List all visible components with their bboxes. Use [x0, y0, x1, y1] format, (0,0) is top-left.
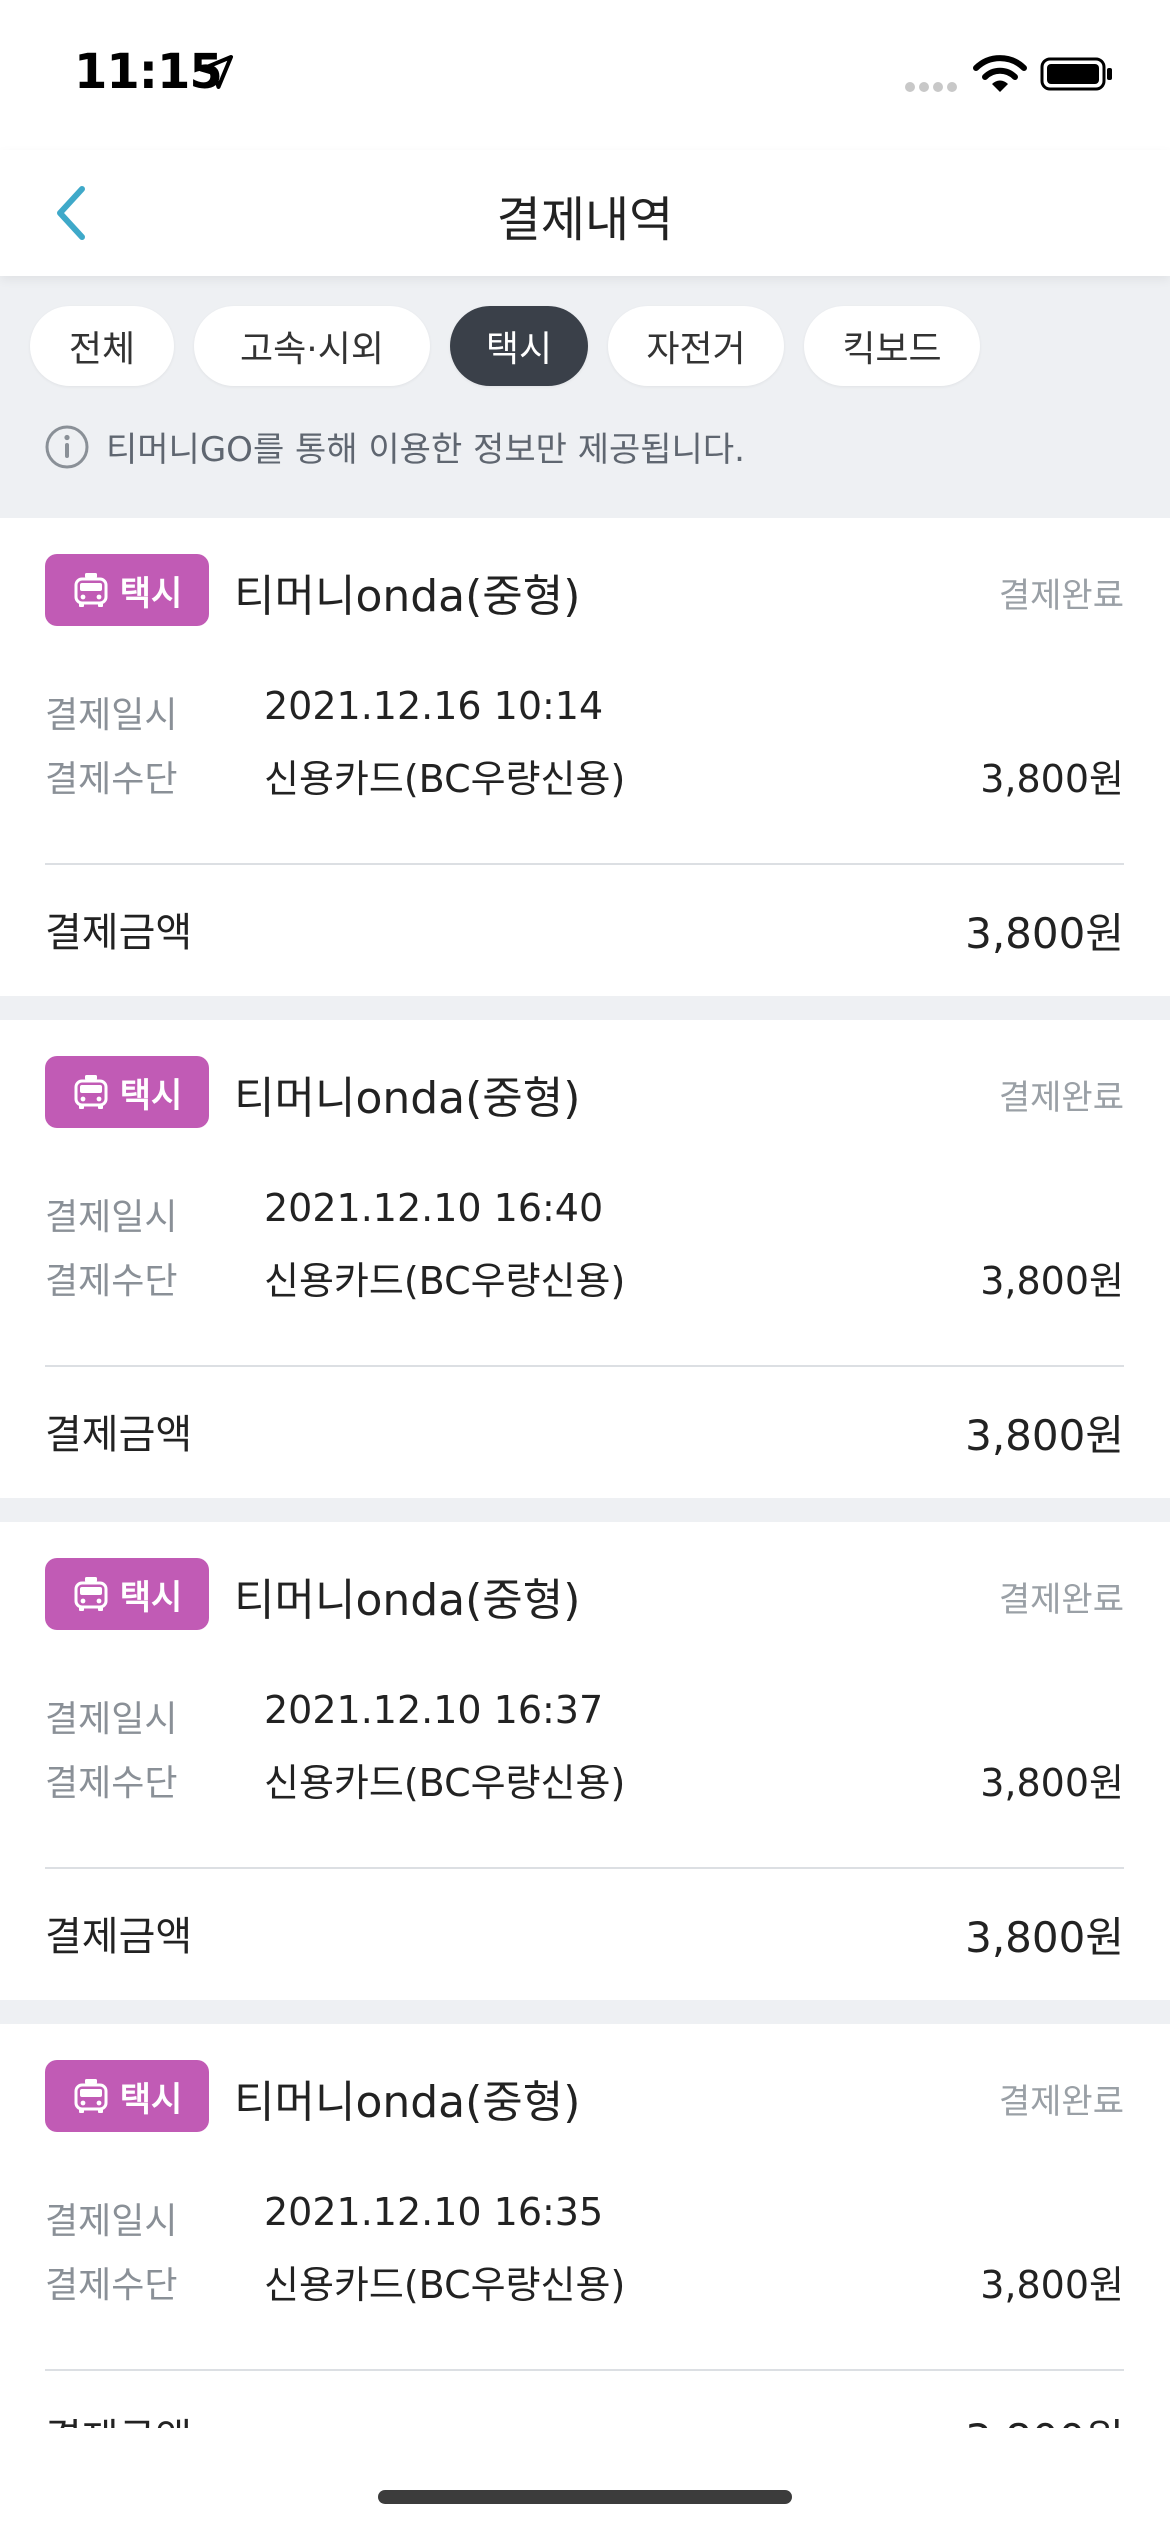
method-value: 신용카드(BC우량신용): [264, 1259, 626, 1303]
filter-chip-bus[interactable]: 고속·시외: [194, 306, 430, 386]
filter-chip-all[interactable]: 전체: [30, 306, 174, 386]
payment-card-1[interactable]: 택시 티머니onda(중형) 결제완료 결제일시 2021.12.16 10:1…: [0, 518, 1170, 996]
filter-chip-kickboard[interactable]: 킥보드: [804, 306, 980, 386]
page-title: 결제내역: [496, 192, 674, 248]
date-label: 결제일시: [45, 1699, 178, 1740]
total-value: 3,800원: [965, 1411, 1124, 1460]
badge-label: 택시: [119, 2079, 183, 2120]
amount-value: 3,800원: [980, 2263, 1124, 2307]
divider: [45, 863, 1124, 865]
category-badge: 택시: [45, 554, 209, 626]
battery-icon: [1040, 57, 1112, 91]
date-label: 결제일시: [45, 695, 178, 736]
card-title: 티머니onda(중형): [234, 571, 581, 622]
taxi-icon: [74, 1577, 108, 1611]
status-badge: 결제완료: [998, 576, 1124, 616]
info-icon: [45, 425, 89, 468]
filter-chips: 전체 고속·시외 택시 자전거 킥보드: [30, 306, 980, 386]
status-bar: 11:15: [0, 0, 1170, 150]
taxi-icon: [74, 1075, 108, 1109]
amount-value: 3,800원: [980, 1259, 1124, 1303]
divider: [45, 1365, 1124, 1367]
payment-card-3[interactable]: 택시 티머니onda(중형) 결제완료 결제일시 2021.12.10 16:3…: [0, 1522, 1170, 2000]
home-indicator: [378, 2490, 792, 2504]
status-badge: 결제완료: [998, 2082, 1124, 2122]
notice: 티머니GO를 통해 이용한 정보만 제공됩니다.: [44, 422, 745, 471]
total-label: 결제금액: [45, 1914, 193, 1960]
date-label: 결제일시: [45, 2201, 178, 2242]
card-title: 티머니onda(중형): [234, 2077, 581, 2128]
method-label: 결제수단: [45, 759, 178, 800]
filter-area: 전체 고속·시외 택시 자전거 킥보드 티머니GO를 통해 이용한 정보만 제공…: [0, 276, 1170, 518]
method-label: 결제수단: [45, 1261, 178, 1302]
cellular-signal-icon: [905, 82, 957, 92]
date-value: 2021.12.10 16:37: [264, 1688, 604, 1732]
amount-value: 3,800원: [980, 757, 1124, 801]
payment-list: 택시 티머니onda(중형) 결제완료 결제일시 2021.12.16 10:1…: [0, 518, 1170, 2526]
notice-text: 티머니GO를 통해 이용한 정보만 제공됩니다.: [106, 430, 745, 470]
total-value: 3,800원: [965, 909, 1124, 958]
badge-label: 택시: [119, 1075, 183, 1116]
payment-card-2[interactable]: 택시 티머니onda(중형) 결제완료 결제일시 2021.12.10 16:4…: [0, 1020, 1170, 1498]
method-label: 결제수단: [45, 2265, 178, 2306]
date-label: 결제일시: [45, 1197, 178, 1238]
taxi-icon: [74, 573, 108, 607]
amount-value: 3,800원: [980, 1761, 1124, 1805]
badge-label: 택시: [119, 1577, 183, 1618]
filter-chip-bicycle[interactable]: 자전거: [608, 306, 784, 386]
category-badge: 택시: [45, 2060, 209, 2132]
total-value: 3,800원: [965, 1913, 1124, 1962]
total-label: 결제금액: [45, 1412, 193, 1458]
bottom-area: [0, 2428, 1170, 2532]
location-arrow-icon: [199, 55, 233, 89]
divider: [45, 1867, 1124, 1869]
category-badge: 택시: [45, 1558, 209, 1630]
method-value: 신용카드(BC우량신용): [264, 757, 626, 801]
wifi-icon: [973, 55, 1027, 92]
total-label: 결제금액: [45, 910, 193, 956]
date-value: 2021.12.16 10:14: [264, 684, 604, 728]
card-title: 티머니onda(중형): [234, 1575, 581, 1626]
nav-bar: 결제내역: [0, 150, 1170, 276]
taxi-icon: [74, 2079, 108, 2113]
card-title: 티머니onda(중형): [234, 1073, 581, 1124]
status-badge: 결제완료: [998, 1078, 1124, 1118]
method-label: 결제수단: [45, 1763, 178, 1804]
divider: [45, 2369, 1124, 2371]
date-value: 2021.12.10 16:40: [264, 1186, 604, 1230]
method-value: 신용카드(BC우량신용): [264, 1761, 626, 1805]
status-badge: 결제완료: [998, 1580, 1124, 1620]
filter-chip-taxi[interactable]: 택시: [450, 306, 588, 386]
date-value: 2021.12.10 16:35: [264, 2190, 604, 2234]
category-badge: 택시: [45, 1056, 209, 1128]
badge-label: 택시: [119, 573, 183, 614]
method-value: 신용카드(BC우량신용): [264, 2263, 626, 2307]
